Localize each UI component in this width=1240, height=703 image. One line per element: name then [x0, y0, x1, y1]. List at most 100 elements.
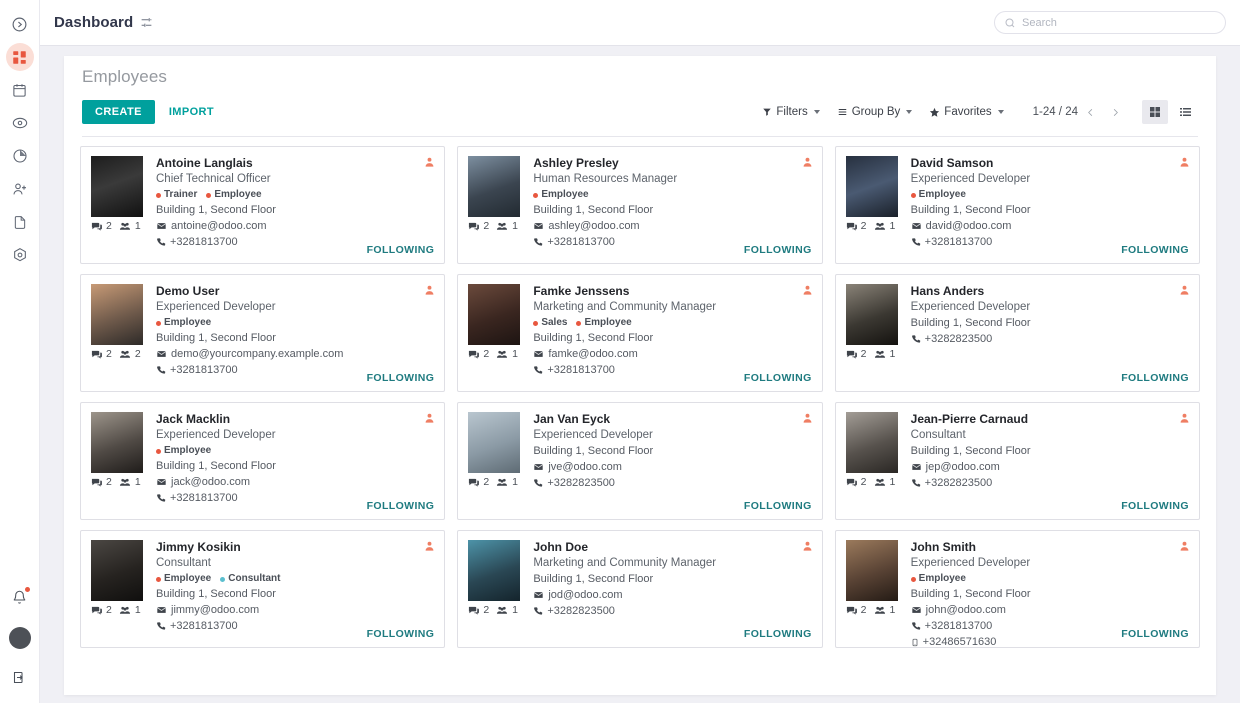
- follower-count-icon[interactable]: [874, 221, 886, 232]
- following-button[interactable]: FOLLOWING: [744, 628, 812, 640]
- user-link-icon[interactable]: [424, 539, 435, 557]
- employee-phone[interactable]: +3282823500: [533, 475, 811, 491]
- sliders-icon[interactable]: [140, 16, 153, 29]
- employee-email[interactable]: john@odoo.com: [911, 602, 1189, 618]
- following-button[interactable]: FOLLOWING: [367, 500, 435, 512]
- following-button[interactable]: FOLLOWING: [1121, 372, 1189, 384]
- employee-card[interactable]: 2 1 Hans Anders Experienced Developer Buildi…: [834, 274, 1200, 392]
- employee-card[interactable]: 2 1 Ashley Presley Human Resources Manager E…: [457, 146, 823, 264]
- user-link-icon[interactable]: [1179, 411, 1190, 429]
- following-button[interactable]: FOLLOWING: [744, 500, 812, 512]
- user-link-icon[interactable]: [424, 155, 435, 173]
- avatar[interactable]: [8, 627, 31, 649]
- sidebar-item-reporting[interactable]: [6, 142, 34, 170]
- sidebar-item-dashboard[interactable]: [5, 43, 34, 71]
- message-count-icon[interactable]: [91, 349, 102, 360]
- follower-count-icon[interactable]: [496, 221, 508, 232]
- employee-card[interactable]: 2 1 John Doe Marketing and Community Manage…: [457, 530, 823, 648]
- user-link-icon[interactable]: [424, 411, 435, 429]
- user-link-icon[interactable]: [1179, 283, 1190, 301]
- pager-prev-button[interactable]: [1078, 107, 1103, 118]
- message-count-icon[interactable]: [91, 605, 102, 616]
- employee-phone[interactable]: +3282823500: [911, 331, 1189, 347]
- follower-count-icon[interactable]: [119, 221, 131, 232]
- favorites-menu[interactable]: Favorites: [929, 106, 1004, 118]
- following-button[interactable]: FOLLOWING: [367, 372, 435, 384]
- search-box[interactable]: [994, 11, 1226, 34]
- following-button[interactable]: FOLLOWING: [1121, 244, 1189, 256]
- sidebar-item-settings[interactable]: [6, 241, 34, 269]
- message-count-icon[interactable]: [846, 605, 857, 616]
- list-view-button[interactable]: [1172, 100, 1198, 124]
- employee-card[interactable]: 2 2 Demo User Experienced Developer Employee…: [80, 274, 446, 392]
- employee-phone[interactable]: +3282823500: [911, 475, 1189, 491]
- user-link-icon[interactable]: [1179, 539, 1190, 557]
- employee-email[interactable]: jve@odoo.com: [533, 459, 811, 475]
- pager-count[interactable]: 1-24 / 24: [1033, 106, 1078, 118]
- following-button[interactable]: FOLLOWING: [1121, 500, 1189, 512]
- employee-email[interactable]: jack@odoo.com: [156, 474, 434, 490]
- employee-email[interactable]: jimmy@odoo.com: [156, 602, 434, 618]
- employee-email[interactable]: ashley@odoo.com: [533, 218, 811, 234]
- message-count-icon[interactable]: [91, 221, 102, 232]
- employee-card[interactable]: 2 1 Jan Van Eyck Experienced Developer Build…: [457, 402, 823, 520]
- search-input[interactable]: [1022, 16, 1216, 29]
- message-count-icon[interactable]: [468, 349, 480, 360]
- message-count-icon[interactable]: [846, 221, 857, 232]
- user-link-icon[interactable]: [802, 155, 813, 173]
- employee-card[interactable]: 2 1 Jimmy Kosikin Consultant Employee Consult…: [80, 530, 446, 648]
- employee-card[interactable]: 2 1 Antoine Langlais Chief Technical Office…: [80, 146, 446, 264]
- group-by-menu[interactable]: Group By: [837, 106, 913, 118]
- employee-email[interactable]: jep@odoo.com: [911, 459, 1189, 475]
- employee-email[interactable]: antoine@odoo.com: [156, 218, 434, 234]
- expand-menu-icon[interactable]: [6, 10, 34, 38]
- filters-menu[interactable]: Filters: [762, 106, 820, 118]
- sidebar-item-calendar[interactable]: [6, 76, 34, 104]
- breadcrumb[interactable]: Employees: [82, 67, 1198, 87]
- employee-card[interactable]: 2 1 Famke Jenssens Marketing and Community …: [457, 274, 823, 392]
- follower-count-icon[interactable]: [874, 605, 886, 616]
- following-button[interactable]: FOLLOWING: [744, 372, 812, 384]
- message-count-icon[interactable]: [468, 477, 480, 488]
- sidebar-item-recruitment[interactable]: [6, 175, 34, 203]
- following-button[interactable]: FOLLOWING: [1121, 628, 1189, 640]
- employee-phone[interactable]: +3282823500: [533, 603, 811, 619]
- logout-icon[interactable]: [6, 663, 34, 691]
- employee-card[interactable]: 2 1 Jean-Pierre Carnaud Consultant Building …: [834, 402, 1200, 520]
- employee-email[interactable]: david@odoo.com: [911, 218, 1189, 234]
- kanban-view-button[interactable]: [1142, 100, 1168, 124]
- following-button[interactable]: FOLLOWING: [744, 244, 812, 256]
- employee-email[interactable]: famke@odoo.com: [533, 346, 811, 362]
- pager-next-button[interactable]: [1103, 107, 1128, 118]
- employee-card[interactable]: 2 1 David Samson Experienced Developer Emplo…: [834, 146, 1200, 264]
- follower-count-icon[interactable]: [119, 349, 131, 360]
- user-link-icon[interactable]: [802, 411, 813, 429]
- bell-icon[interactable]: [6, 583, 34, 611]
- user-link-icon[interactable]: [424, 283, 435, 301]
- message-count-icon[interactable]: [91, 477, 102, 488]
- follower-count-icon[interactable]: [119, 605, 131, 616]
- message-count-icon[interactable]: [468, 605, 480, 616]
- user-link-icon[interactable]: [802, 283, 813, 301]
- sidebar-item-documents[interactable]: [6, 208, 34, 236]
- user-link-icon[interactable]: [1179, 155, 1190, 173]
- create-button[interactable]: CREATE: [82, 100, 155, 124]
- employee-card[interactable]: 2 1 John Smith Experienced Developer Employe…: [834, 530, 1200, 648]
- following-button[interactable]: FOLLOWING: [367, 628, 435, 640]
- follower-count-icon[interactable]: [119, 477, 131, 488]
- user-link-icon[interactable]: [802, 539, 813, 557]
- import-button[interactable]: IMPORT: [169, 106, 214, 118]
- follower-count-icon[interactable]: [874, 477, 886, 488]
- follower-count-icon[interactable]: [496, 349, 508, 360]
- following-button[interactable]: FOLLOWING: [367, 244, 435, 256]
- employee-email[interactable]: jod@odoo.com: [533, 587, 811, 603]
- message-count-icon[interactable]: [468, 221, 480, 232]
- message-count-icon[interactable]: [846, 349, 857, 360]
- message-count-icon[interactable]: [846, 477, 857, 488]
- follower-count-icon[interactable]: [496, 605, 508, 616]
- employee-card[interactable]: 2 1 Jack Macklin Experienced Developer Emplo…: [80, 402, 446, 520]
- follower-count-icon[interactable]: [496, 477, 508, 488]
- follower-count-icon[interactable]: [874, 349, 886, 360]
- employee-email[interactable]: demo@yourcompany.example.com: [156, 346, 434, 362]
- sidebar-item-attendance[interactable]: [6, 109, 34, 137]
